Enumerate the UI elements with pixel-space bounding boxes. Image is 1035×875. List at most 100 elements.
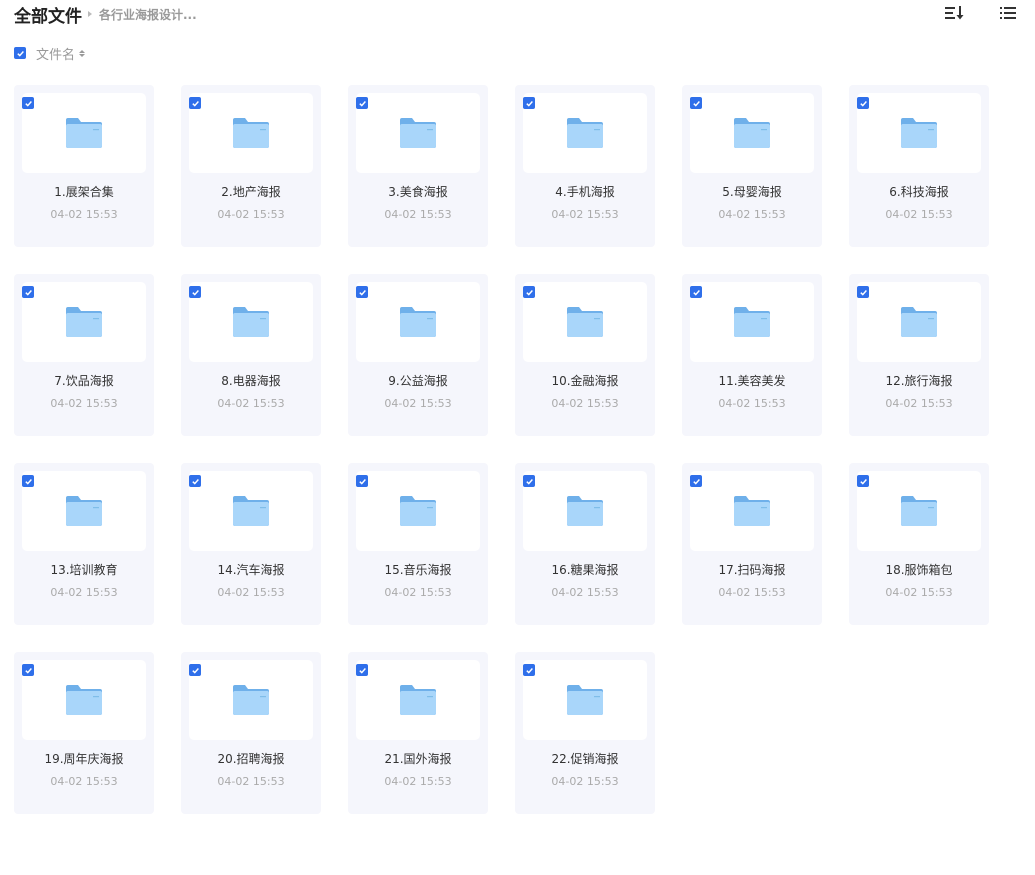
file-checkbox[interactable] [22,664,34,676]
file-thumbnail [356,282,480,362]
file-card[interactable]: 7.饮品海报 04-02 15:53 [14,274,154,436]
file-name: 1.展架合集 [54,185,114,199]
file-card[interactable]: 2.地产海报 04-02 15:53 [181,85,321,247]
check-icon [358,100,366,107]
file-date: 04-02 15:53 [384,586,452,599]
file-card[interactable]: 12.旅行海报 04-02 15:53 [849,274,989,436]
check-icon [16,50,24,57]
file-checkbox[interactable] [356,664,368,676]
folder-icon [734,118,770,148]
file-thumbnail [189,93,313,173]
file-thumbnail [523,93,647,173]
file-name: 17.扫码海报 [718,563,786,577]
folder-icon [734,307,770,337]
file-checkbox[interactable] [523,664,535,676]
folder-icon [400,496,436,526]
file-name: 14.汽车海报 [217,563,285,577]
file-card[interactable]: 3.美食海报 04-02 15:53 [348,85,488,247]
folder-icon [567,496,603,526]
file-checkbox[interactable] [690,97,702,109]
file-checkbox[interactable] [22,286,34,298]
file-card[interactable]: 9.公益海报 04-02 15:53 [348,274,488,436]
file-thumbnail [523,282,647,362]
file-card[interactable]: 11.美容美发 04-02 15:53 [682,274,822,436]
file-card[interactable]: 20.招聘海报 04-02 15:53 [181,652,321,814]
file-date: 04-02 15:53 [50,208,118,221]
check-icon [191,478,199,485]
file-name: 3.美食海报 [388,185,448,199]
file-checkbox[interactable] [189,664,201,676]
file-checkbox[interactable] [189,475,201,487]
file-card[interactable]: 6.科技海报 04-02 15:53 [849,85,989,247]
check-icon [24,667,32,674]
file-date: 04-02 15:53 [885,586,953,599]
file-name: 6.科技海报 [889,185,949,199]
check-icon [692,478,700,485]
file-checkbox[interactable] [356,97,368,109]
check-icon [358,478,366,485]
file-date: 04-02 15:53 [718,586,786,599]
file-name: 16.糖果海报 [551,563,619,577]
list-view-icon[interactable] [998,3,1020,23]
sort-arrows-icon[interactable] [79,49,86,57]
file-checkbox[interactable] [22,97,34,109]
file-thumbnail [523,660,647,740]
file-card[interactable]: 18.服饰箱包 04-02 15:53 [849,463,989,625]
file-card[interactable]: 21.国外海报 04-02 15:53 [348,652,488,814]
file-name: 15.音乐海报 [384,563,452,577]
file-checkbox[interactable] [857,97,869,109]
file-card[interactable]: 15.音乐海报 04-02 15:53 [348,463,488,625]
file-name: 21.国外海报 [384,752,452,766]
breadcrumb-current: 各行业海报设计... [99,7,197,22]
folder-icon [233,118,269,148]
file-checkbox[interactable] [22,475,34,487]
file-name: 20.招聘海报 [217,752,285,766]
file-checkbox[interactable] [523,97,535,109]
file-thumbnail [523,471,647,551]
file-checkbox[interactable] [523,286,535,298]
file-checkbox[interactable] [857,475,869,487]
file-checkbox[interactable] [356,475,368,487]
file-thumbnail [22,471,146,551]
check-icon [525,100,533,107]
folder-icon [66,118,102,148]
file-card[interactable]: 16.糖果海报 04-02 15:53 [515,463,655,625]
file-card[interactable]: 1.展架合集 04-02 15:53 [14,85,154,247]
file-thumbnail [22,282,146,362]
file-thumbnail [690,471,814,551]
folder-icon [66,307,102,337]
file-name: 10.金融海报 [551,374,619,388]
file-checkbox[interactable] [523,475,535,487]
check-icon [692,100,700,107]
breadcrumb-chevron-icon [88,11,92,17]
file-checkbox[interactable] [690,286,702,298]
file-thumbnail [857,282,981,362]
file-thumbnail [22,93,146,173]
check-icon [24,478,32,485]
file-checkbox[interactable] [690,475,702,487]
folder-icon [901,496,937,526]
file-thumbnail [189,282,313,362]
folder-icon [567,118,603,148]
select-all-checkbox[interactable] [14,47,26,59]
file-name: 4.手机海报 [555,185,615,199]
file-card[interactable]: 5.母婴海报 04-02 15:53 [682,85,822,247]
file-card[interactable]: 14.汽车海报 04-02 15:53 [181,463,321,625]
breadcrumb: 全部文件 各行业海报设计... [14,2,1024,27]
file-card[interactable]: 10.金融海报 04-02 15:53 [515,274,655,436]
file-checkbox[interactable] [189,286,201,298]
sort-by-filename[interactable]: 文件名 [36,44,75,63]
file-thumbnail [22,660,146,740]
file-card[interactable]: 17.扫码海报 04-02 15:53 [682,463,822,625]
file-checkbox[interactable] [356,286,368,298]
file-card[interactable]: 4.手机海报 04-02 15:53 [515,85,655,247]
file-card[interactable]: 13.培训教育 04-02 15:53 [14,463,154,625]
file-date: 04-02 15:53 [885,208,953,221]
breadcrumb-root[interactable]: 全部文件 [14,2,82,27]
file-checkbox[interactable] [189,97,201,109]
file-checkbox[interactable] [857,286,869,298]
file-card[interactable]: 8.电器海报 04-02 15:53 [181,274,321,436]
file-card[interactable]: 19.周年庆海报 04-02 15:53 [14,652,154,814]
file-card[interactable]: 22.促销海报 04-02 15:53 [515,652,655,814]
sort-icon[interactable] [943,3,965,23]
